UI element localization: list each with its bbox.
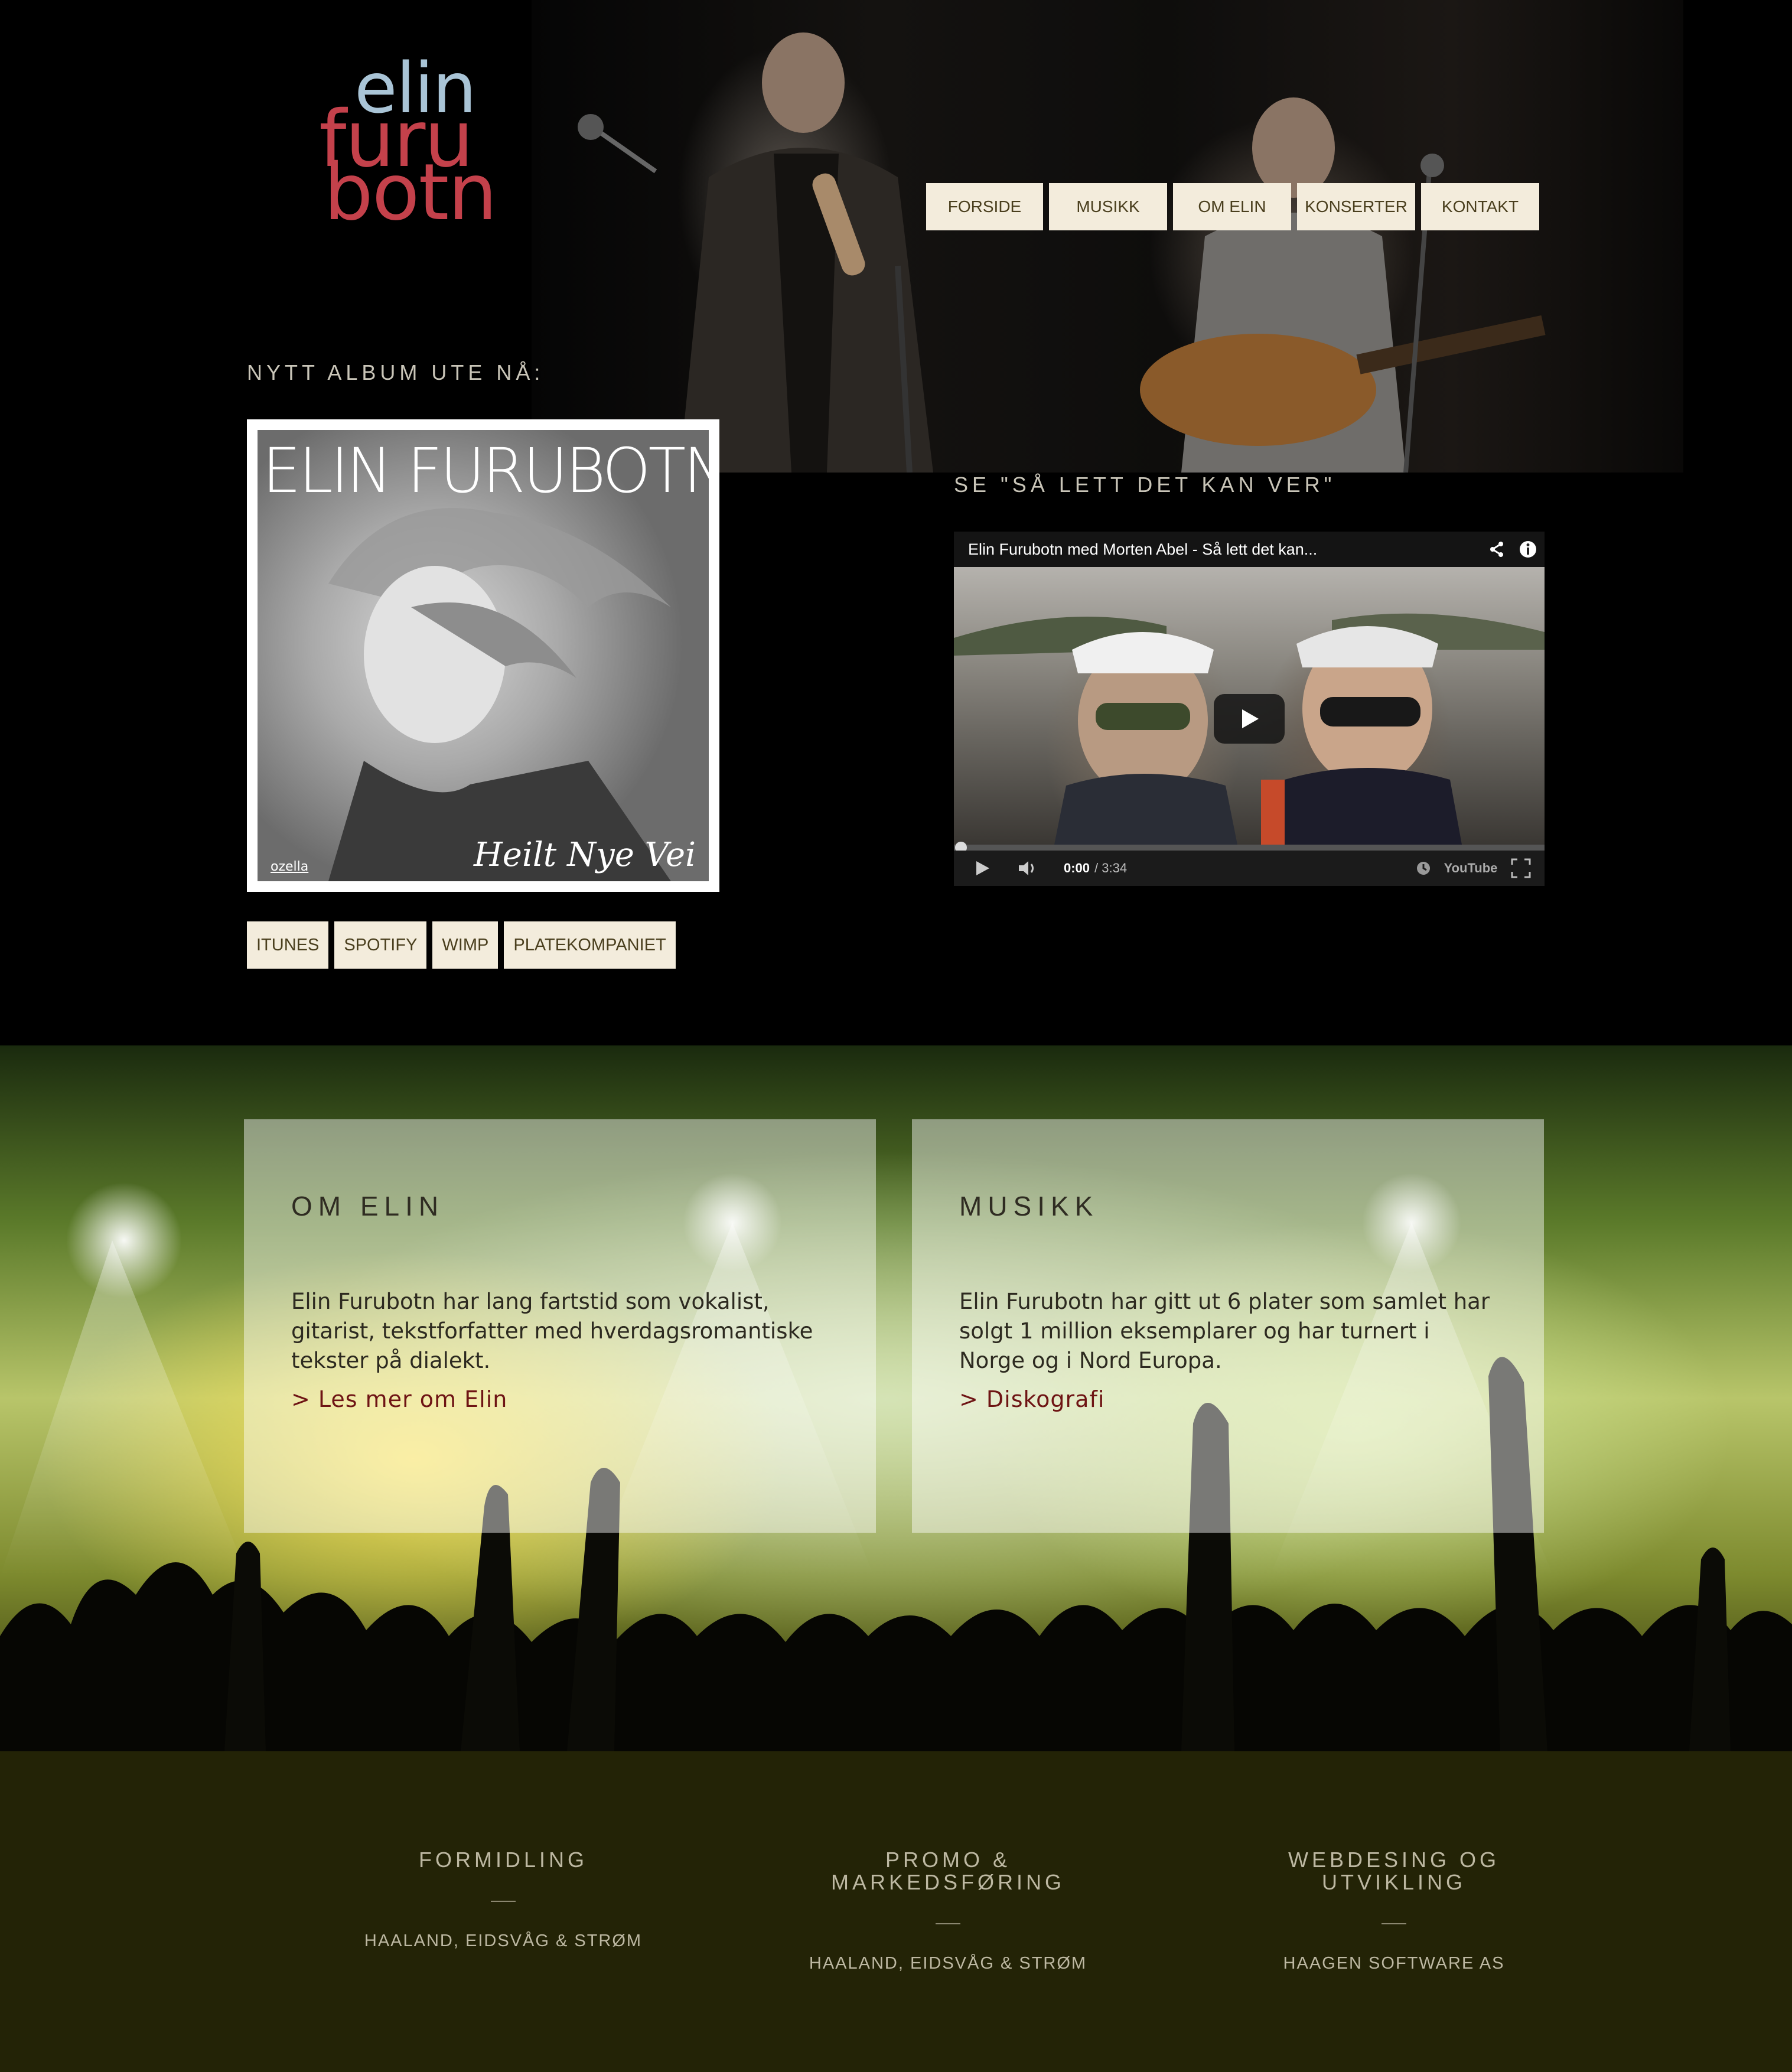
features-section: OM ELIN Elin Furubotn har lang fartstid … [0, 1045, 1792, 1751]
footer-title: PROMO & MARKEDSFØRING [830, 1848, 1066, 1894]
store-itunes-button[interactable]: ITUNES [247, 921, 329, 969]
footer-divider [936, 1923, 960, 1924]
album-cover-subtitle: Heilt Nye Vei [473, 836, 696, 874]
site-footer: FORMIDLING HAALAND, EIDSVÅG & STRØM PROM… [0, 1751, 1792, 2072]
nav-musikk[interactable]: MUSIKK [1049, 183, 1167, 230]
play-button[interactable] [1214, 694, 1285, 744]
footer-col-formidling: FORMIDLING HAALAND, EIDSVÅG & STRØM [297, 1849, 710, 1951]
store-platekompaniet-button[interactable]: PLATEKOMPANIET [504, 921, 676, 969]
footer-title: WEBDESING OG UTVIKLING [1288, 1848, 1500, 1894]
performers-silhouette [578, 32, 1546, 473]
video-title[interactable]: Elin Furubotn med Morten Abel - Så lett … [954, 540, 1482, 559]
main-nav: FORSIDE MUSIKK OM ELIN KONSERTER KONTAKT [926, 183, 1539, 230]
video-controls: 0:00 / 3:34 YouTube [954, 851, 1545, 886]
fullscreen-icon[interactable] [1503, 858, 1539, 878]
footer-credit[interactable]: HAAGEN SOFTWARE AS [1187, 1954, 1601, 1973]
volume-icon[interactable] [1011, 859, 1046, 877]
musikk-card: MUSIKK Elin Furubotn har gitt ut 6 plate… [912, 1119, 1544, 1533]
footer-col-webdesign: WEBDESING OG UTVIKLING HAAGEN SOFTWARE A… [1187, 1849, 1601, 1973]
video-titlebar: Elin Furubotn med Morten Abel - Så lett … [954, 532, 1545, 567]
album-cover[interactable]: ELIN FURUBOTN ozella Heilt Nye Vei [247, 419, 719, 892]
om-elin-title: OM ELIN [291, 1191, 445, 1221]
album-cover-title: ELIN FURUBOTN [262, 435, 709, 507]
store-buttons: ITUNES SPOTIFY WIMP PLATEKOMPANIET [247, 921, 676, 969]
les-mer-om-elin-link[interactable]: > Les mer om Elin [291, 1386, 507, 1412]
nav-forside[interactable]: FORSIDE [926, 183, 1043, 230]
store-wimp-button[interactable]: WIMP [432, 921, 498, 969]
footer-credit[interactable]: HAALAND, EIDSVÅG & STRØM [741, 1954, 1155, 1973]
video-thumbnail[interactable] [954, 567, 1545, 845]
nav-om-elin[interactable]: OM ELIN [1173, 183, 1291, 230]
logo-line-3: botn [324, 147, 497, 238]
video-progress-bar[interactable] [954, 845, 1545, 851]
video-time-current: 0:00 [1064, 861, 1090, 875]
video-time-total: / 3:34 [1094, 861, 1128, 875]
youtube-logo[interactable]: YouTube [1438, 861, 1503, 876]
musikk-title: MUSIKK [959, 1191, 1099, 1221]
store-spotify-button[interactable]: SPOTIFY [334, 921, 427, 969]
footer-col-promo: PROMO & MARKEDSFØRING HAALAND, EIDSVÅG &… [741, 1849, 1155, 1973]
nav-kontakt[interactable]: KONTAKT [1421, 183, 1539, 230]
nav-konserter[interactable]: KONSERTER [1297, 183, 1415, 230]
watch-later-icon[interactable] [1409, 861, 1438, 876]
info-icon[interactable] [1511, 540, 1545, 559]
stage-photo [532, 0, 1683, 473]
control-play-icon[interactable] [966, 860, 999, 877]
album-cover-image: ELIN FURUBOTN ozella Heilt Nye Vei [258, 430, 709, 881]
album-heading: NYTT ALBUM UTE NÅ: [247, 360, 545, 385]
footer-title: FORMIDLING [418, 1848, 588, 1872]
site-logo[interactable]: elin furu botn [313, 53, 502, 238]
record-label: ozella [271, 859, 309, 874]
share-icon[interactable] [1482, 540, 1511, 558]
om-elin-card: OM ELIN Elin Furubotn har lang fartstid … [244, 1119, 876, 1533]
om-elin-text: Elin Furubotn har lang fartstid som voka… [291, 1289, 813, 1373]
footer-credit[interactable]: HAALAND, EIDSVÅG & STRØM [297, 1931, 710, 1951]
video-heading: SE "SÅ LETT DET KAN VER" [954, 473, 1336, 497]
footer-divider [491, 1901, 516, 1902]
musikk-text: Elin Furubotn har gitt ut 6 plater som s… [959, 1289, 1490, 1373]
diskografi-link[interactable]: > Diskografi [959, 1386, 1104, 1412]
play-icon [1242, 709, 1259, 728]
footer-divider [1382, 1923, 1406, 1924]
hero-section: elin furu botn FORSIDE MUSIKK OM ELIN KO… [0, 0, 1792, 1045]
video-player[interactable]: Elin Furubotn med Morten Abel - Så lett … [954, 532, 1545, 886]
